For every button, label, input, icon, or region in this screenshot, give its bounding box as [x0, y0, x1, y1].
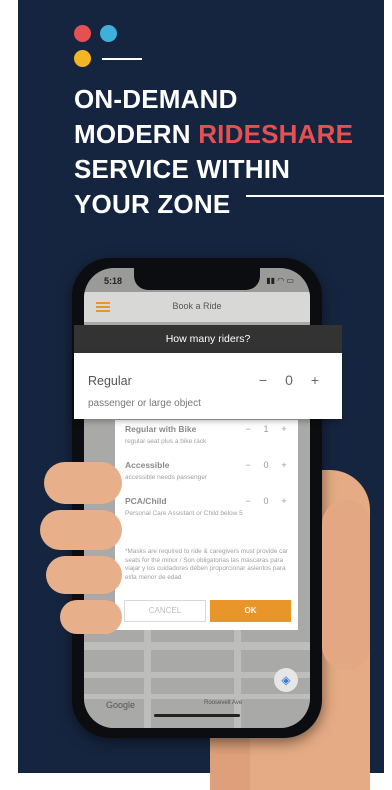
thumb: [322, 500, 370, 670]
home-indicator: [154, 714, 240, 717]
headline-line-3: SERVICE WITHIN: [74, 154, 291, 184]
rider-option-description: regular seat plus a bike rack: [125, 438, 207, 445]
finger: [46, 556, 122, 594]
rider-option-name: Regular: [88, 374, 132, 388]
map-road: [234, 622, 241, 728]
map-road: [84, 694, 310, 699]
divider-line: [102, 58, 142, 60]
finger: [44, 462, 122, 504]
decrement-button[interactable]: −: [239, 496, 257, 506]
map-road: [144, 622, 151, 728]
increment-button[interactable]: +: [275, 460, 293, 470]
rider-option-pca-child: PCA/Child Personal Care Assistant or Chi…: [125, 496, 293, 518]
headline-line-1: ON-DEMAND: [74, 84, 238, 114]
status-time: 5:18: [104, 276, 123, 286]
blue-dot-icon: [100, 25, 117, 42]
headline: ON-DEMAND MODERN RIDESHARE SERVICE WITHI…: [74, 82, 353, 222]
rider-stepper: −0 +: [250, 372, 328, 388]
rider-stepper: −0 +: [239, 496, 293, 506]
decrement-button[interactable]: −: [250, 372, 276, 388]
headline-accent-word: RIDESHARE: [198, 119, 354, 149]
app-title: Book a Ride: [172, 301, 222, 311]
yellow-dot-icon: [74, 50, 91, 67]
rider-count: 0: [263, 460, 269, 470]
locate-icon[interactable]: ◈: [274, 668, 298, 692]
rider-option-description: accessible needs passenger: [125, 474, 208, 481]
rider-option-regular: Regular passenger or large object −0 +: [74, 353, 342, 419]
rider-count: 0: [263, 496, 269, 506]
headline-line-4: YOUR ZONE: [74, 189, 231, 219]
phone-notch: [134, 268, 260, 290]
rider-stepper: −1 +: [239, 424, 293, 434]
rider-stepper: −0 +: [239, 460, 293, 470]
headline-line-2: MODERN RIDESHARE: [74, 117, 353, 152]
rider-option-accessible: Accessible accessible needs passenger −0…: [125, 460, 293, 482]
map-street-label: Roosevelt Ave: [204, 700, 243, 706]
rider-option-bike: Regular with Bike regular seat plus a bi…: [125, 424, 293, 446]
ok-button[interactable]: OK: [210, 600, 291, 622]
app-header: Book a Ride: [84, 292, 310, 322]
increment-button[interactable]: +: [275, 424, 293, 434]
rider-option-description: passenger or large object: [88, 398, 201, 409]
finger: [40, 510, 122, 550]
rider-count: 1: [263, 424, 269, 434]
headline-rule: [246, 195, 384, 197]
mask-notice: *Masks are required to ride & caregivers…: [125, 548, 289, 581]
signal-wifi-battery-icon: ▮▮ ◠ ▭: [266, 276, 294, 285]
rider-option-description: Personal Care Assistant or Child below 5: [125, 510, 243, 517]
decrement-button[interactable]: −: [239, 424, 257, 434]
map-road: [84, 642, 310, 650]
headline-line-2-prefix: MODERN: [74, 119, 199, 149]
increment-button[interactable]: +: [275, 496, 293, 506]
google-logo: Google: [106, 700, 136, 710]
red-dot-icon: [74, 25, 91, 42]
cancel-button[interactable]: CANCEL: [124, 600, 206, 622]
dialog-title: How many riders?: [74, 325, 342, 353]
rider-count: 0: [285, 372, 293, 388]
decrement-button[interactable]: −: [239, 460, 257, 470]
finger: [60, 600, 122, 634]
riders-dialog: Regular with Bike regular seat plus a bi…: [115, 420, 298, 630]
increment-button[interactable]: +: [302, 372, 328, 388]
